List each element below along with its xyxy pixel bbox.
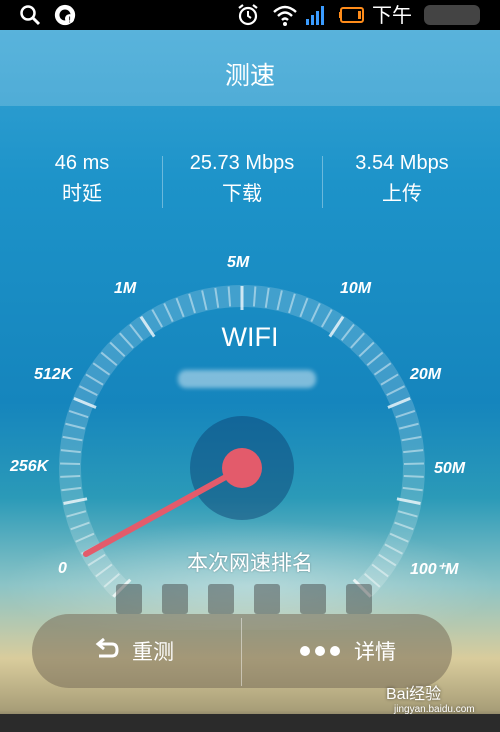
search-icon[interactable] [18, 3, 42, 27]
signal-icon [306, 6, 324, 25]
button-divider [241, 618, 242, 686]
svg-text:!: ! [68, 14, 71, 24]
rank-digit [300, 584, 326, 614]
more-dots-icon [300, 646, 340, 656]
wifi-icon [273, 5, 297, 26]
upload-value: 3.54 Mbps [355, 152, 449, 174]
latency-label: 时延 [62, 181, 102, 205]
rank-digit [162, 584, 188, 614]
gauge-tick [60, 474, 81, 478]
battery-icon [339, 7, 364, 23]
speed-gauge [59, 285, 425, 598]
upload-label: 上传 [382, 181, 422, 205]
download-label: 下载 [222, 181, 262, 205]
latency-stat: 46 ms 时延 [2, 150, 162, 210]
status-bar: ! 下午 [0, 0, 500, 30]
rank-digits-redacted [112, 584, 372, 614]
action-bar: 重测 详情 [32, 614, 452, 688]
details-label: 详情 [354, 640, 396, 664]
gauge-hub [222, 448, 262, 488]
gauge-label-50m: 50M [434, 460, 466, 477]
gauge-label-1m: 1M [114, 280, 137, 297]
latency-value: 46 ms [54, 152, 110, 174]
gauge-label-256k: 256K [10, 458, 49, 475]
rank-digit [116, 584, 142, 614]
redacted-time [424, 5, 480, 25]
status-time: 下午 [372, 3, 412, 27]
gauge-tick [403, 474, 424, 478]
details-button[interactable]: 详情 [298, 614, 396, 688]
rank-digit [254, 584, 280, 614]
app-notification-icon: ! [54, 4, 76, 26]
page-title: 测速 [224, 61, 275, 90]
upload-stat: 3.54 Mbps 上传 [322, 150, 482, 210]
redacted-network-name [178, 370, 316, 388]
gauge-label-5m: 5M [227, 254, 250, 271]
gauge-label-512k: 512K [34, 366, 73, 383]
bottom-nav-strip [0, 714, 500, 732]
undo-icon [95, 637, 119, 658]
download-stat: 25.73 Mbps 下载 [162, 150, 322, 210]
rank-title: 本次网速排名 [187, 551, 313, 575]
retest-label: 重测 [132, 640, 174, 664]
watermark-brand: Bai经验 [386, 686, 442, 703]
baidu-watermark: Bai经验 jingyan.baidu.com [386, 680, 475, 715]
download-value: 25.73 Mbps [189, 152, 295, 174]
gauge-label-20m: 20M [410, 366, 442, 383]
network-type: WIFI [221, 322, 279, 352]
retest-button[interactable]: 重测 [90, 614, 174, 688]
gauge-label-10m: 10M [340, 280, 372, 297]
rank-digit [208, 584, 234, 614]
rank-digit [346, 584, 372, 614]
alarm-icon [238, 4, 258, 26]
